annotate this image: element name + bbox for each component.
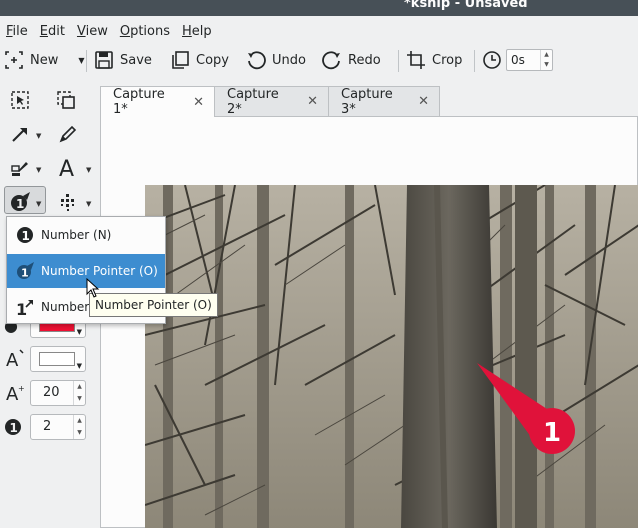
text-color-picker[interactable]: ▼ [30,346,86,372]
delay-timer-icon [482,48,502,72]
pen-tool-button[interactable] [54,120,82,148]
undo-button[interactable]: Undo [246,48,306,72]
number-start-spinbox[interactable]: 2 ▲ ▼ [30,414,86,440]
pixelate-tool-button[interactable]: ▼ [54,188,91,216]
toolbar-separator [474,50,475,72]
redo-button[interactable]: Redo [322,48,381,72]
crop-icon [407,51,425,69]
capture-tab-bar: Capture 1* ✕ Capture 2* ✕ Capture 3* ✕ [100,86,440,117]
marker-icon [11,162,28,176]
chevron-down-icon: ▼ [76,328,82,336]
menu-item-number[interactable]: 1 Number (N) [7,218,165,252]
number-tool-button[interactable]: 1 ▼ [6,188,41,216]
font-size-row: A + [4,380,26,406]
title-bar: *ksnip - Unsaved [0,0,638,16]
toolbar-separator [398,50,399,72]
spin-arrows[interactable]: ▲ ▼ [73,415,85,439]
number-start-row: 1 [4,414,24,440]
font-size-spinbox[interactable]: 20 ▲ ▼ [30,380,86,406]
duplicate-tool-button[interactable] [52,86,80,114]
close-icon[interactable]: ✕ [418,94,429,109]
annotation-canvas[interactable]: 1 [100,116,638,528]
number-icon: 1 [17,227,33,243]
chevron-down-icon[interactable]: ▼ [86,200,91,208]
chevron-down-icon[interactable]: ▼ [36,200,41,208]
number-icon: 1 [5,419,21,435]
menu-help[interactable]: Help [176,22,218,42]
select-tool-button[interactable] [6,86,34,114]
close-icon[interactable]: ✕ [307,94,318,109]
tab-capture-2[interactable]: Capture 2* ✕ [214,86,329,117]
copy-icon [172,51,189,69]
menu-options[interactable]: Options [114,22,176,42]
font-size-icon: A + [6,384,25,404]
close-icon[interactable]: ✕ [193,95,204,110]
mouse-cursor-icon [86,278,100,298]
text-color-swatch [39,352,75,366]
svg-text:A: A [6,350,19,370]
menu-view[interactable]: View [71,22,114,42]
chevron-down-icon[interactable]: ▼ [86,166,91,174]
duplicate-icon [57,91,75,109]
svg-text:1: 1 [16,197,24,211]
marker-tool-button[interactable]: ▼ [6,154,41,182]
spin-arrows[interactable]: ▲ ▼ [73,381,85,405]
spin-arrows[interactable]: ▲ ▼ [540,50,552,70]
number-pointer-icon: 1 [17,262,34,280]
chevron-down-icon[interactable]: ▼ [36,132,41,140]
save-button[interactable]: Save [94,48,152,72]
pen-icon [59,125,77,143]
menu-file[interactable]: File [0,22,34,42]
copy-button[interactable]: Copy [170,48,229,72]
forest-photo: 1 [145,185,638,528]
number-pointer-icon: 1 [11,192,30,211]
chevron-down-icon: ▼ [76,362,82,370]
svg-text:+: + [18,384,25,393]
redo-icon [322,51,340,70]
tab-capture-1[interactable]: Capture 1* ✕ [100,86,215,117]
delay-spinbox[interactable]: 0s ▲ ▼ [506,49,553,71]
text-color-icon: A [6,349,24,370]
arrow-tool-button[interactable]: ▼ [6,120,41,148]
toolbar-separator [86,50,87,72]
save-icon [95,51,113,69]
select-icon [11,91,29,109]
arrow-icon [12,128,27,142]
new-capture-icon [5,51,23,69]
text-icon: A [59,157,74,179]
chevron-down-icon[interactable]: ▼ [78,56,84,65]
menu-edit[interactable]: Edit [34,22,71,42]
window-title: *ksnip - Unsaved [404,0,528,11]
number-arrow-icon: 1 [16,300,33,317]
text-color-row: A [4,346,26,372]
number-badge-label: 1 [543,418,561,448]
pixelate-icon [61,194,74,211]
main-toolbar: New ▼ Save Copy Undo Redo Crop 0s ▲ ▼ [0,44,638,76]
svg-text:1: 1 [16,300,27,317]
menu-bar: File Edit View Options Help [0,22,218,42]
crop-button[interactable]: Crop [406,48,462,72]
captured-image[interactable]: 1 [145,185,638,528]
svg-text:1: 1 [22,229,30,243]
tooltip: Number Pointer (O) [89,293,218,317]
chevron-down-icon[interactable]: ▼ [36,166,41,174]
undo-icon [248,51,266,70]
text-tool-button[interactable]: A ▼ [54,154,91,182]
new-button[interactable]: New ▼ [4,48,85,72]
svg-text:1: 1 [21,267,29,280]
tab-capture-3[interactable]: Capture 3* ✕ [328,86,440,117]
svg-text:1: 1 [10,421,18,435]
svg-text:A: A [59,157,74,179]
